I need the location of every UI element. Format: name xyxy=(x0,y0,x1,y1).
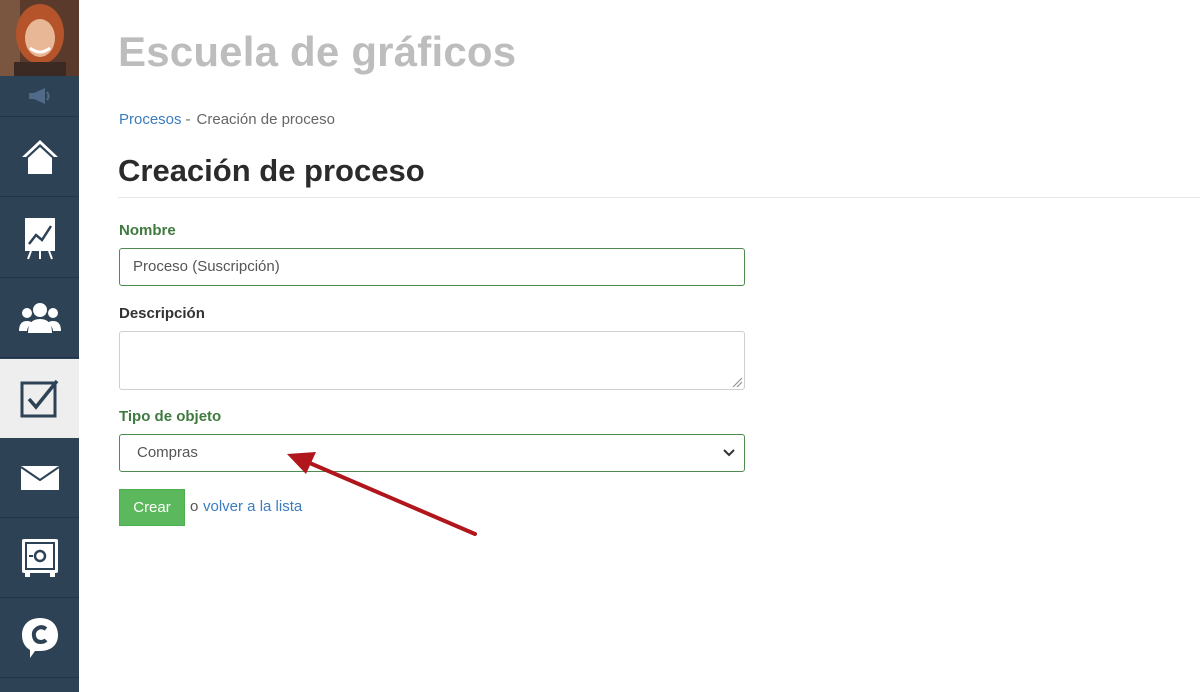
description-textarea[interactable] xyxy=(119,331,745,390)
chevron-down-icon xyxy=(723,449,735,457)
megaphone-icon xyxy=(28,88,49,104)
announcements-item[interactable] xyxy=(0,76,79,117)
safe-icon xyxy=(21,539,58,577)
home-icon xyxy=(21,140,58,174)
back-to-list-link[interactable]: volver a la lista xyxy=(203,498,302,515)
name-label: Nombre xyxy=(119,222,176,239)
sidebar-item-statistics[interactable] xyxy=(0,199,79,278)
envelope-icon xyxy=(19,466,60,490)
chat-bubble-icon xyxy=(21,618,58,658)
sidebar-item-tasks[interactable] xyxy=(0,359,79,438)
sidebar xyxy=(0,0,79,692)
breadcrumb-link-processes[interactable]: Procesos xyxy=(119,111,182,128)
checkbox-icon xyxy=(20,379,58,418)
chart-board-icon xyxy=(24,218,55,260)
sidebar-item-safe[interactable] xyxy=(0,519,79,598)
sidebar-item-home[interactable] xyxy=(0,118,79,197)
breadcrumb-current: Creación de proceso xyxy=(196,111,335,128)
breadcrumb-separator: - xyxy=(185,111,191,128)
sidebar-item-users[interactable] xyxy=(0,279,79,358)
sidebar-item-chat[interactable] xyxy=(0,599,79,678)
or-text: o xyxy=(190,498,199,515)
object-type-selected: Compras xyxy=(137,444,198,461)
page-title: Creación de proceso xyxy=(118,153,425,188)
breadcrumb: Procesos - Creación de proceso xyxy=(119,111,335,128)
users-group-icon xyxy=(18,303,61,333)
object-type-label: Tipo de objeto xyxy=(119,408,222,425)
name-field[interactable]: Proceso (Suscripción) xyxy=(119,248,745,286)
avatar[interactable] xyxy=(0,0,79,76)
object-type-select[interactable]: Compras xyxy=(119,434,745,472)
resize-grip-icon[interactable] xyxy=(731,376,743,388)
sidebar-item-mail[interactable] xyxy=(0,439,79,518)
create-button[interactable]: Crear xyxy=(119,489,185,526)
description-label: Descripción xyxy=(119,305,205,322)
divider xyxy=(118,197,1200,198)
site-title: Escuela de gráficos xyxy=(118,28,517,75)
